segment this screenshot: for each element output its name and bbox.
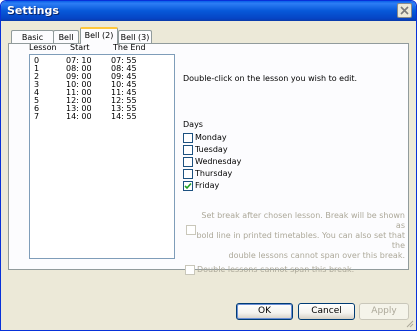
tab-bell-3[interactable]: Bell (3) — [118, 30, 152, 44]
resize-grip-icon[interactable] — [404, 318, 414, 328]
close-button[interactable] — [397, 3, 412, 18]
lesson-list[interactable]: 0 07: 10 07: 55 1 08: 00 08: 45 2 09: 00… — [29, 54, 175, 259]
double-lessons-label: Double lessons cannot span this break. — [197, 265, 355, 274]
ok-button-label: OK — [258, 306, 271, 316]
checkmark-icon — [184, 182, 192, 190]
edit-instruction: Double-click on the lesson you wish to e… — [183, 74, 358, 83]
end-column-header: The End — [113, 43, 146, 52]
tab-bell[interactable]: Bell — [53, 30, 79, 44]
checkbox-unchecked-icon[interactable] — [183, 157, 193, 167]
cancel-button-label: Cancel — [311, 306, 342, 316]
ok-button[interactable]: OK — [236, 303, 293, 320]
close-icon — [400, 6, 409, 15]
settings-window: Settings Basic data Bell Bell (2) Bell (… — [0, 0, 417, 331]
set-break-checkbox[interactable] — [186, 225, 196, 235]
double-lessons-checkbox[interactable] — [185, 265, 195, 275]
lesson-column-header: Lesson — [29, 43, 57, 52]
days-label: Days — [183, 120, 203, 129]
cancel-button[interactable]: Cancel — [298, 303, 355, 320]
day-label: Tuesday — [195, 145, 228, 154]
lesson-start: 14: 00 — [66, 112, 92, 121]
tab-basic-data[interactable]: Basic data — [11, 30, 54, 55]
window-title: Settings — [7, 4, 59, 17]
set-break-description: Set break after chosen lesson. Break wil… — [195, 211, 405, 261]
checkbox-unchecked-icon[interactable] — [183, 133, 193, 143]
checkbox-checked-icon[interactable] — [183, 181, 193, 191]
tab-label: Bell (3) — [120, 33, 150, 42]
lesson-end: 14: 55 — [111, 112, 137, 121]
tab-bell-2[interactable]: Bell (2) — [80, 27, 118, 44]
checkbox-unchecked-icon[interactable] — [183, 145, 193, 155]
day-label: Monday — [195, 133, 227, 142]
tab-panel-bell-2: Lesson Start The End 0 07: 10 07: 55 1 0… — [8, 43, 409, 275]
lesson-number: 7 — [34, 112, 40, 121]
title-bar[interactable]: Settings — [1, 1, 416, 21]
checkbox-unchecked-icon[interactable] — [183, 169, 193, 179]
apply-button[interactable]: Apply — [359, 303, 409, 320]
tab-label: Bell — [58, 33, 74, 42]
start-column-header: Start — [70, 43, 90, 52]
set-break-line: bold line in printed timetables. You can… — [196, 231, 405, 250]
set-break-line: double lessons cannot span over this bre… — [228, 251, 405, 260]
day-label: Thursday — [195, 169, 233, 178]
set-break-line: Set break after chosen lesson. Break wil… — [201, 211, 405, 230]
day-label: Wednesday — [195, 157, 242, 166]
tab-label: Bell (2) — [84, 31, 114, 40]
apply-button-label: Apply — [371, 306, 397, 316]
day-label: Friday — [195, 181, 220, 190]
